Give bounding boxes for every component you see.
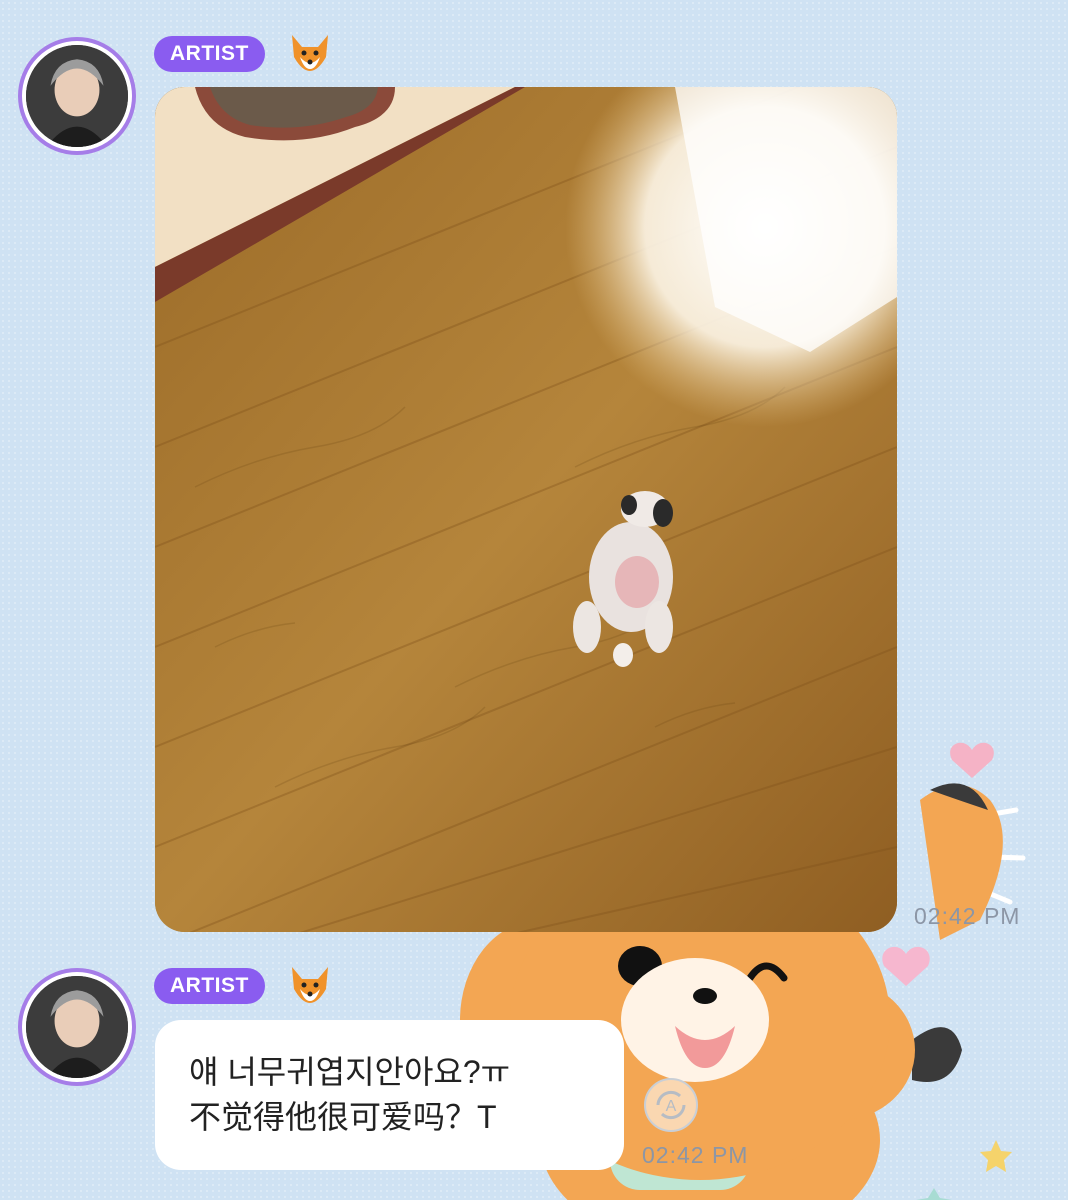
fox-emoji-icon [292,967,328,1003]
message-time: 02:42 PM [642,1142,749,1168]
message-line: 얘 너무귀엽지안아요?ㅠ [189,1054,511,1090]
person-portrait-icon [26,976,128,1078]
photo-image [155,87,897,932]
svg-text:A: A [666,1098,677,1115]
artist-badge: ARTIST [154,968,265,1004]
fox-emoji-icon [292,35,328,71]
translate-button[interactable]: A [644,1078,698,1132]
heart-decoration [950,742,994,778]
translate-icon: A [656,1090,686,1120]
heart-decoration [882,946,930,986]
star-decoration [916,1188,952,1200]
avatar-image [26,976,128,1078]
person-portrait-icon [26,45,128,147]
artist-badge: ARTIST [154,36,265,72]
avatar-image [26,45,128,147]
artist-avatar[interactable] [18,37,136,155]
text-message-bubble[interactable]: 얘 너무귀엽지안아요?ㅠ 不觉得他很可爱吗？T [155,1020,624,1170]
message-time: 02:42 PM [914,903,1021,929]
message-line: 不觉得他很可爱吗？T [189,1099,497,1135]
star-decoration [980,1140,1012,1172]
artist-avatar[interactable] [18,968,136,1086]
photo-message[interactable] [155,87,897,932]
